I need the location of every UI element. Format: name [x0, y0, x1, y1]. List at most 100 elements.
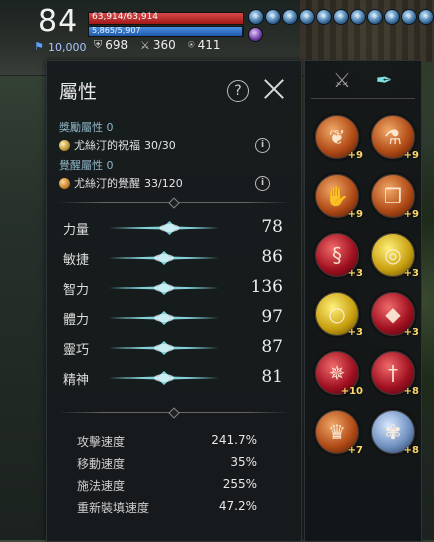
attribute-gauge [109, 311, 219, 325]
attribute-gauge [109, 341, 219, 355]
speed-value: 47.2% [218, 499, 257, 513]
reward-item-name: 尤絲汀的祝福 [74, 139, 140, 152]
divider [57, 197, 291, 209]
speed-row: 重新裝填速度 47.2% [77, 499, 257, 517]
attribute-value: 97 [261, 307, 283, 327]
attribute-value: 136 [250, 277, 283, 297]
speed-value: 255% [222, 477, 257, 491]
equipment-slot[interactable]: ✾ +8 [369, 408, 419, 456]
info-icon[interactable]: i [255, 176, 270, 191]
enhance-level: +3 [403, 327, 419, 338]
tab-quill-icon[interactable]: ✒ [369, 67, 399, 93]
attribute-value: 86 [261, 247, 283, 267]
xp-value: 10,000 [48, 40, 87, 54]
attribute-panel: 屬性 ? 獎勵屬性 0 尤絲汀的祝福 30/30 i 覺醒屬性 0 尤絲汀的覺醒… [46, 60, 302, 542]
equipment-slot[interactable]: ◆ +3 [369, 290, 419, 338]
blessing-orb-icon [59, 139, 70, 151]
reward-attribute-row: 尤絲汀的祝福 30/30 [59, 137, 176, 153]
enhance-level: +7 [347, 445, 363, 456]
attribute-gauge [109, 371, 219, 385]
equipment-slot[interactable]: ❒ +9 [369, 172, 419, 220]
attribute-gauge [109, 281, 219, 295]
reward-item-value: 30/30 [144, 138, 176, 152]
tab-crossed-swords-icon[interactable]: ⚔ [327, 67, 357, 93]
attribute-gauge [109, 221, 219, 235]
attribute-row: 精神 81 [63, 367, 283, 389]
stat-defense-value: 698 [105, 38, 129, 52]
equipment-slot[interactable]: † +8 [369, 349, 419, 397]
attribute-row: 靈巧 87 [63, 337, 283, 359]
equipment-slot[interactable]: ❦ +9 [313, 113, 363, 161]
enhance-level: +3 [347, 268, 363, 279]
speed-label: 施法速度 [77, 479, 126, 493]
attribute-row: 智力 136 [63, 277, 283, 299]
stat-other-value: 411 [197, 38, 221, 52]
equipment-panel: ⚔ ✒ ❦ +9 ⚗ +9 ✋ +9 ❒ +9 § +3 ◎ +3 ○ +3 ◆ +3 ✵ +10 † +8 ♛ +7 ✾ +… [304, 60, 422, 542]
attribute-row: 力量 78 [63, 217, 283, 239]
speed-row: 施法速度 255% [77, 477, 257, 495]
equipment-slot[interactable]: ✋ +9 [313, 172, 363, 220]
enhance-level: +10 [340, 386, 363, 397]
panel-title: 屬性 [59, 81, 98, 103]
attribute-value: 78 [261, 217, 283, 237]
buff-icon[interactable]: ✧ [299, 9, 315, 25]
reward-attribute-label: 獎勵屬性 0 [59, 121, 114, 134]
speed-value: 241.7% [211, 433, 257, 447]
attribute-value: 87 [261, 337, 283, 357]
tab-divider [311, 98, 415, 99]
mp-text: 5,865/5,907 [92, 26, 141, 35]
awaken-attribute-label: 覺醒屬性 0 [59, 159, 114, 172]
help-icon[interactable]: ? [227, 80, 249, 102]
awaken-orb-icon [59, 177, 70, 189]
shield-icon: ⛨ [94, 38, 103, 51]
awaken-item-name: 尤絲汀的覺醒 [74, 177, 140, 190]
attribute-row: 體力 97 [63, 307, 283, 329]
attribute-name: 精神 [63, 373, 90, 388]
enhance-level: +9 [403, 209, 419, 220]
speed-row: 攻擊速度 241.7% [77, 433, 257, 451]
enhance-level: +8 [403, 445, 419, 456]
equipment-slot[interactable]: ♛ +7 [313, 408, 363, 456]
swords-icon: ⚔ [140, 38, 150, 52]
buff-bar: ✧✧✧✧✧✧✧✧✧✧✧✧ [248, 9, 434, 25]
divider [57, 407, 291, 419]
speed-row: 移動速度 35% [77, 455, 257, 473]
attribute-name: 力量 [63, 223, 90, 238]
equipment-slot[interactable]: ◎ +3 [369, 231, 419, 279]
debuff-icon[interactable] [248, 27, 263, 42]
buff-icon[interactable]: ✧ [316, 9, 332, 25]
buff-icon[interactable]: ✧ [350, 9, 366, 25]
equipment-slot[interactable]: ✵ +10 [313, 349, 363, 397]
enhance-level: +9 [403, 150, 419, 161]
attribute-gauge [109, 251, 219, 265]
helmet-icon: ⍟ [188, 38, 195, 51]
buff-icon[interactable]: ✧ [401, 9, 417, 25]
flag-icon: ⚑ [34, 40, 44, 53]
attribute-row: 敏捷 86 [63, 247, 283, 269]
awaken-attribute-row: 尤絲汀的覺醒 33/120 [59, 175, 183, 191]
enhance-level: +3 [403, 268, 419, 279]
enhance-level: +8 [403, 386, 419, 397]
hp-text: 63,914/63,914 [92, 12, 159, 22]
equipment-slot[interactable]: ⚗ +9 [369, 113, 419, 161]
buff-icon[interactable]: ✧ [384, 9, 400, 25]
buff-icon[interactable]: ✧ [282, 9, 298, 25]
attribute-name: 靈巧 [63, 343, 90, 358]
stat-other: ⍟ 411 [188, 38, 221, 52]
info-icon[interactable]: i [255, 138, 270, 153]
awaken-item-value: 33/120 [144, 176, 183, 190]
buff-icon[interactable]: ✧ [333, 9, 349, 25]
buff-icon[interactable]: ✧ [418, 9, 434, 25]
speed-label: 移動速度 [77, 457, 126, 471]
speed-value: 35% [230, 455, 257, 469]
attribute-value: 81 [261, 367, 283, 387]
buff-icon[interactable]: ✧ [265, 9, 281, 25]
buff-icon[interactable]: ✧ [367, 9, 383, 25]
close-icon[interactable] [261, 76, 287, 102]
attribute-name: 敏捷 [63, 253, 90, 268]
buff-icon[interactable]: ✧ [248, 9, 264, 25]
equipment-slot[interactable]: ○ +3 [313, 290, 363, 338]
equipment-slot[interactable]: § +3 [313, 231, 363, 279]
enhance-level: +9 [347, 209, 363, 220]
xp-indicator: ⚑ 10,000 [34, 40, 87, 54]
